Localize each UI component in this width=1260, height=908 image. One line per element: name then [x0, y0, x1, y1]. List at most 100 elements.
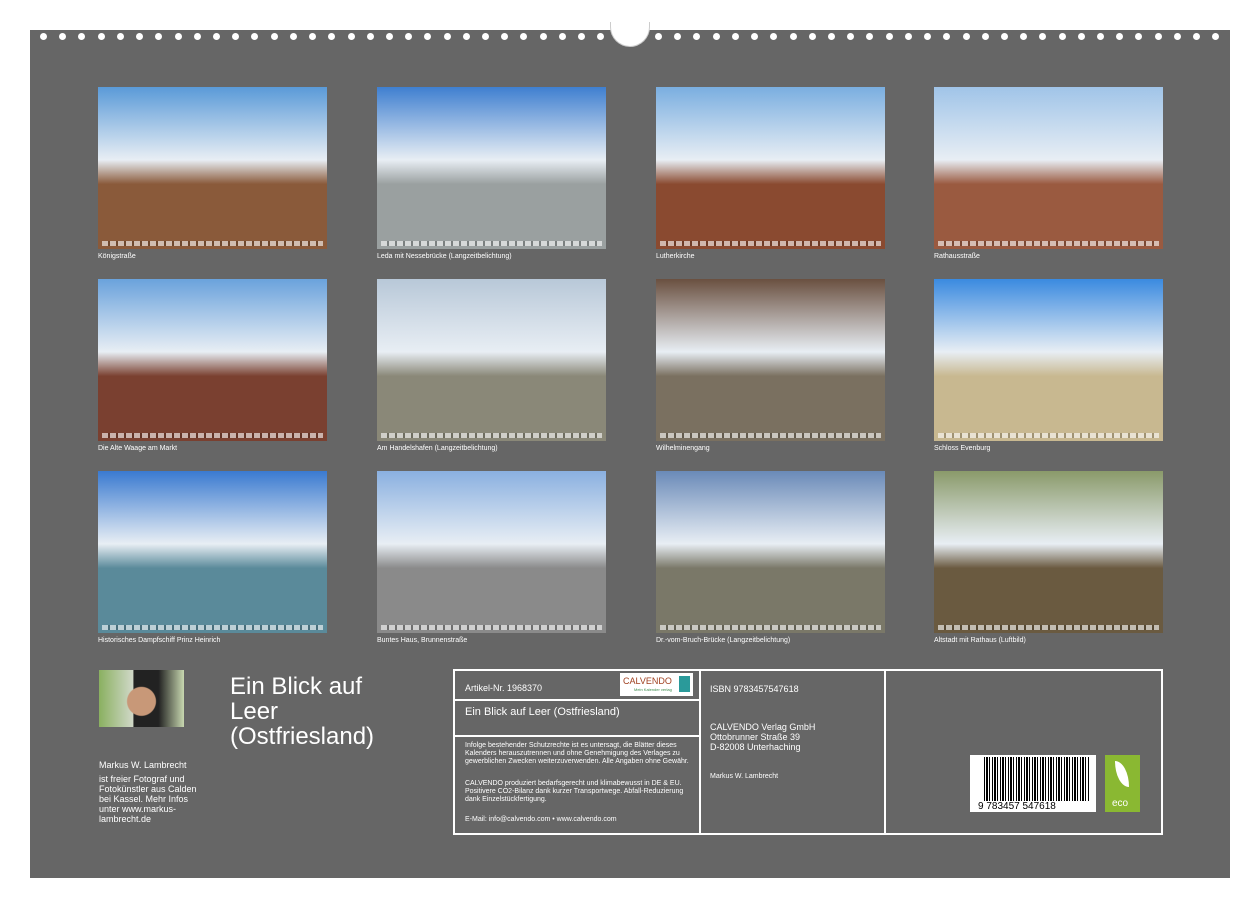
binding-hole: [386, 33, 393, 40]
mini-calendar-strip: [102, 625, 323, 630]
binding-hole: [290, 33, 297, 40]
binding-hole: [1212, 33, 1219, 40]
photo-caption: Buntes Haus, Brunnenstraße: [377, 637, 467, 644]
binding-hole: [1097, 33, 1104, 40]
binding-hole: [40, 33, 47, 40]
binding-hole: [982, 33, 989, 40]
binding-hole: [559, 33, 566, 40]
photo-caption: Wilhelminengang: [656, 445, 710, 452]
binding-hole: [309, 33, 316, 40]
binding-hole: [98, 33, 105, 40]
eco-notice: CALVENDO produziert bedarfsgerecht und k…: [465, 780, 695, 804]
binding-hole: [847, 33, 854, 40]
binding-hole: [886, 33, 893, 40]
binding-hole: [924, 33, 931, 40]
info-author: Markus W. Lambrecht: [710, 773, 778, 780]
binding-hole: [828, 33, 835, 40]
binding-hole: [175, 33, 182, 40]
binding-hole: [251, 33, 258, 40]
binding-hole: [770, 33, 777, 40]
mini-calendar-strip: [660, 241, 881, 246]
month-photo: [934, 87, 1163, 249]
month-photo: [934, 279, 1163, 441]
binding-hole: [905, 33, 912, 40]
binding-hole: [1135, 33, 1142, 40]
photo-caption: Historisches Dampfschiff Prinz Heinrich: [98, 637, 220, 644]
photo-caption: Lutherkirche: [656, 253, 695, 260]
binding-hole: [463, 33, 470, 40]
binding-hole: [597, 33, 604, 40]
eco-badge: eco: [1105, 755, 1140, 812]
photo-caption: Rathausstraße: [934, 253, 980, 260]
contact-info: E-Mail: info@calvendo.com • www.calvendo…: [465, 816, 617, 823]
binding-hole: [501, 33, 508, 40]
binding-hole: [520, 33, 527, 40]
binding-hole: [963, 33, 970, 40]
binding-hole: [1193, 33, 1200, 40]
binding-hole: [1020, 33, 1027, 40]
logo-text: CALVENDO: [623, 676, 672, 686]
month-photo: [98, 279, 327, 441]
author-photo: [99, 670, 184, 727]
binding-hole: [693, 33, 700, 40]
barcode-bars: [984, 757, 1090, 801]
publisher-line: D-82008 Unterhaching: [710, 742, 815, 752]
binding-hole: [1155, 33, 1162, 40]
month-photo: [656, 87, 885, 249]
month-photo: [377, 471, 606, 633]
photo-caption: Schloss Evenburg: [934, 445, 990, 452]
mini-calendar-strip: [938, 433, 1159, 438]
logo-mark: [679, 676, 690, 692]
binding-hole: [809, 33, 816, 40]
binding-hole: [424, 33, 431, 40]
mini-calendar-strip: [381, 433, 602, 438]
month-photo: [656, 471, 885, 633]
binding-hole: [348, 33, 355, 40]
binding-hole: [540, 33, 547, 40]
photo-caption: Königstraße: [98, 253, 136, 260]
binding-hole: [1116, 33, 1123, 40]
month-photo: [934, 471, 1163, 633]
photo-caption: Am Handelshafen (Langzeitbelichtung): [377, 445, 498, 452]
mini-calendar-strip: [381, 241, 602, 246]
photo-caption: Dr.-vom-Bruch-Brücke (Langzeitbelichtung…: [656, 637, 790, 644]
binding-hole: [444, 33, 451, 40]
binding-hole: [78, 33, 85, 40]
binding-hole: [751, 33, 758, 40]
calvendo-logo: CALVENDO Mein Kalender verlag: [620, 673, 693, 696]
binding-hole: [232, 33, 239, 40]
mini-calendar-strip: [381, 625, 602, 630]
binding-hole: [59, 33, 66, 40]
divider: [699, 671, 701, 833]
binding-hole: [213, 33, 220, 40]
binding-hole: [790, 33, 797, 40]
logo-subtext: Mein Kalender verlag: [634, 687, 672, 692]
binding-hole: [1001, 33, 1008, 40]
divider: [884, 671, 886, 833]
product-title: Ein Blick auf Leer (Ostfriesland): [465, 706, 620, 718]
binding-hole: [1078, 33, 1085, 40]
isbn: ISBN 9783457547618: [710, 684, 799, 694]
binding-hole: [674, 33, 681, 40]
leaf-icon: [1115, 761, 1129, 787]
month-photo: [377, 87, 606, 249]
binding-hole: [943, 33, 950, 40]
calendar-title: Ein Blick auf Leer (Ostfriesland): [230, 674, 400, 749]
divider: [455, 699, 699, 701]
barcode-digits: 9 783457 547618: [978, 801, 1056, 812]
article-number: Artikel-Nr. 1968370: [465, 683, 542, 693]
mini-calendar-strip: [660, 625, 881, 630]
mini-calendar-strip: [660, 433, 881, 438]
binding-hole: [713, 33, 720, 40]
legal-notice: Infolge bestehender Schutzrechte ist es …: [465, 742, 693, 766]
month-photo: [656, 279, 885, 441]
binding-hole: [367, 33, 374, 40]
binding-hole: [405, 33, 412, 40]
binding-hole: [136, 33, 143, 40]
binding-hole: [482, 33, 489, 40]
binding-hole: [578, 33, 585, 40]
mini-calendar-strip: [938, 625, 1159, 630]
publisher-address: CALVENDO Verlag GmbH Ottobrunner Straße …: [710, 722, 815, 752]
month-photo: [98, 87, 327, 249]
mini-calendar-strip: [102, 433, 323, 438]
